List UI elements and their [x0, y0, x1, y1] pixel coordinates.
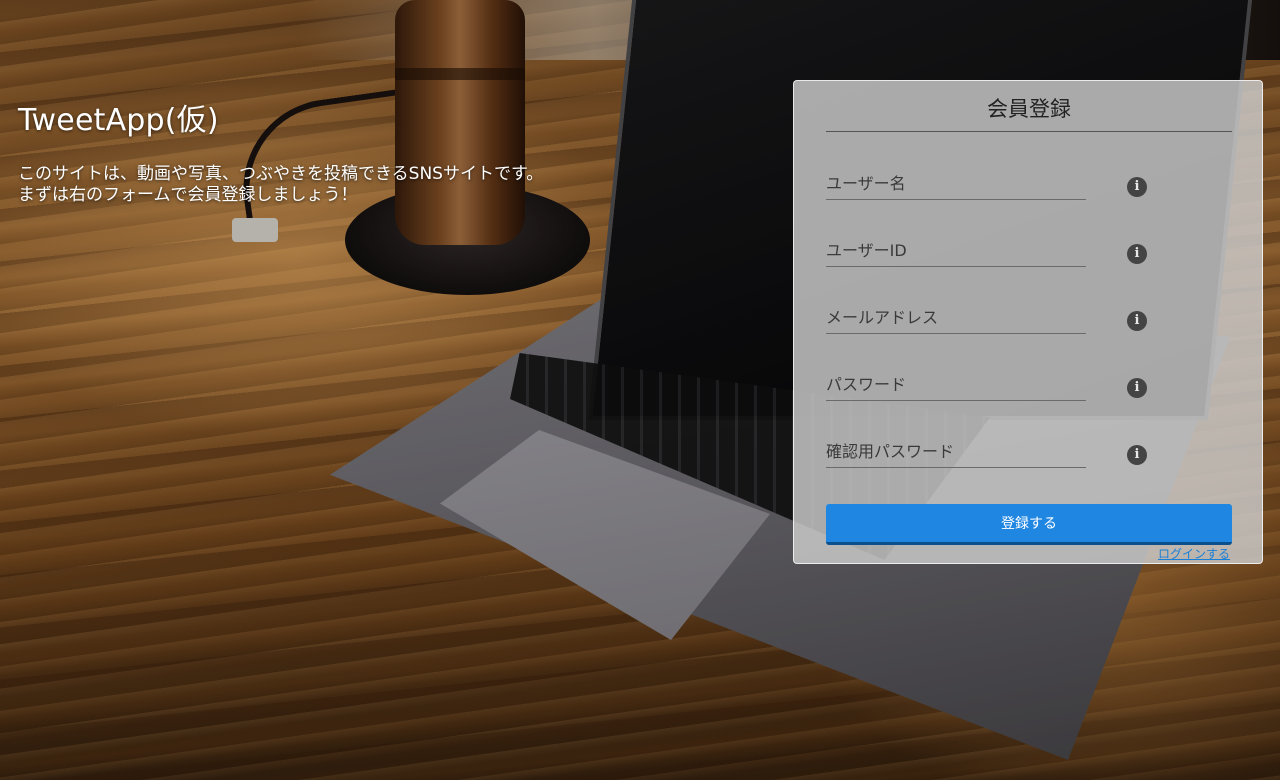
info-icon[interactable]: i	[1127, 311, 1147, 331]
hero-description-line-2: まずは右のフォームで会員登録しましょう！	[18, 185, 358, 205]
email-field-group: i	[826, 304, 1147, 334]
user-id-input[interactable]	[826, 237, 1086, 267]
hero-description: このサイトは、動画や写真、つぶやきを投稿できるSNSサイトです。 まずは右のフォ…	[18, 164, 698, 206]
hero-description-line-1: このサイトは、動画や写真、つぶやきを投稿できるSNSサイトです。	[18, 164, 544, 184]
info-icon[interactable]: i	[1127, 177, 1147, 197]
hero-section: TweetApp(仮) このサイトは、動画や写真、つぶやきを投稿できるSNSサイ…	[18, 102, 698, 206]
user-id-field-group: i	[826, 237, 1147, 267]
info-icon[interactable]: i	[1127, 445, 1147, 465]
app-title: TweetApp(仮)	[18, 103, 219, 138]
registration-title: 会員登録	[826, 95, 1232, 132]
info-icon[interactable]: i	[1127, 378, 1147, 398]
username-field-group: i	[826, 170, 1147, 200]
password-input[interactable]	[826, 371, 1086, 401]
register-button[interactable]: 登録する	[826, 504, 1232, 545]
login-link[interactable]: ログインする	[1158, 545, 1230, 562]
registration-card: 会員登録 i i i i i 登録する ログインする	[793, 80, 1263, 564]
password-field-group: i	[826, 371, 1147, 401]
info-icon[interactable]: i	[1127, 244, 1147, 264]
confirm-password-field-group: i	[826, 438, 1147, 468]
confirm-password-input[interactable]	[826, 438, 1086, 468]
username-input[interactable]	[826, 170, 1086, 200]
email-input[interactable]	[826, 304, 1086, 334]
